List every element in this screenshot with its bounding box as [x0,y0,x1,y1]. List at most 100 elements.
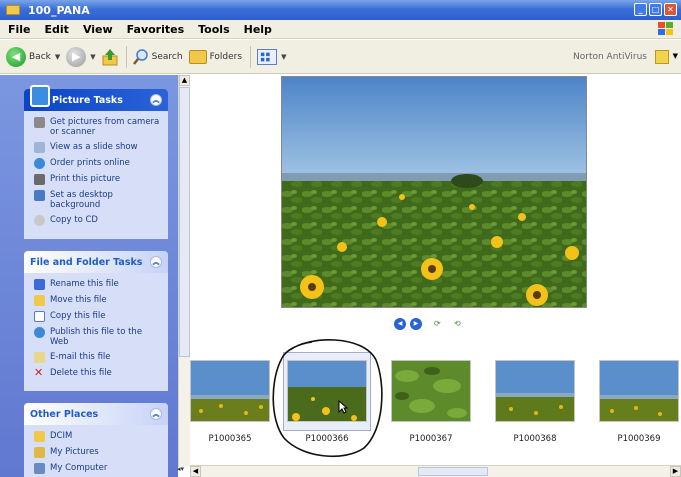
rotate-clockwise-icon[interactable]: ⟳ [434,319,448,329]
delete-icon: ✕ [34,366,44,379]
windows-logo-icon [658,22,673,35]
thumbnail-p1000368[interactable] [495,360,575,422]
task-rename[interactable]: Rename this file [34,279,162,290]
chevron-down-icon[interactable]: ▼ [673,52,678,60]
search-icon [132,48,148,65]
search-button[interactable]: Search [132,48,183,65]
folder-icon [6,5,20,15]
task-set-desktop[interactable]: Set as desktop background [34,190,162,210]
task-print[interactable]: Print this picture [34,174,162,185]
filmstrip: P1000365 P1000366 P1000367 P1000368 P100… [190,346,681,464]
task-label: Copy this file [50,311,106,321]
task-get-pictures[interactable]: Get pictures from camera or scanner [34,117,162,137]
task-label: Copy to CD [50,215,98,225]
next-image-button[interactable]: ▶ [410,318,422,330]
picture-tasks-header[interactable]: Picture Tasks ︽ [24,85,168,111]
menu-file[interactable]: File [8,23,31,36]
place-label: My Pictures [50,447,99,457]
task-label: Print this picture [50,174,121,184]
menu-favorites[interactable]: Favorites [127,23,184,36]
thumbnail-label: P1000369 [617,434,661,444]
thumbnail-p1000369[interactable] [599,360,679,422]
norton-antivirus-label[interactable]: Norton AntiVirus [573,52,647,62]
rotate-counterclockwise-icon[interactable]: ⟲ [454,319,468,329]
task-label: Move this file [50,295,107,305]
scrollbar-thumb[interactable] [179,87,190,357]
thumbnail-p1000366[interactable] [287,360,367,422]
email-icon [34,352,45,363]
globe-icon [34,158,45,169]
scrollbar-thumb[interactable] [418,467,488,476]
place-label: My Computer [50,463,108,473]
place-my-pictures[interactable]: My Pictures [34,447,162,458]
chevron-down-icon[interactable]: ▼ [281,53,286,61]
preview-controls: ◀ ▶ ⟳ ⟲ [394,318,468,330]
thumbnail-p1000365[interactable] [190,360,270,422]
menu-edit[interactable]: Edit [45,23,69,36]
camera-icon [34,117,45,128]
rename-icon [34,279,45,290]
menu-view[interactable]: View [83,23,113,36]
menu-tools[interactable]: Tools [198,23,229,36]
forward-arrow-icon: ▶ [66,46,87,67]
maximize-button[interactable]: □ [649,3,662,16]
views-button[interactable]: ▼ [257,48,286,65]
thumbnail-p1000367[interactable] [391,360,471,422]
thumbnail-label: P1000367 [409,434,453,444]
task-copy[interactable]: Copy this file [34,311,162,322]
task-label: Get pictures from camera or scanner [50,117,160,137]
scroll-right-icon[interactable]: ▶ [670,466,681,477]
web-publish-icon [34,327,45,338]
task-label: Order prints online [50,158,130,168]
file-tasks-list: Rename this file Move this file Copy thi… [24,273,168,390]
picture-preview [281,76,587,308]
task-publish[interactable]: Publish this file to the Web [34,327,162,347]
place-dcim[interactable]: DCIM [34,431,162,442]
task-email[interactable]: E-mail this file [34,352,162,363]
previous-image-button[interactable]: ◀ [394,318,406,330]
forward-button[interactable]: ▶ ▼ [66,46,96,67]
file-folder-tasks-panel: File and Folder Tasks ︽ Rename this file… [24,251,168,391]
menu-help[interactable]: Help [244,23,272,36]
task-delete[interactable]: ✕ Delete this file [34,366,162,379]
task-move[interactable]: Move this file [34,295,162,306]
view-size-control[interactable]: ◂▾ [177,465,184,473]
norton-icon[interactable] [655,50,669,64]
chevron-down-icon[interactable]: ▼ [90,53,95,61]
other-places-list: DCIM My Pictures My Computer [24,425,168,477]
filmstrip-scrollbar[interactable]: ◀ ▶ [190,465,681,477]
chevron-down-icon[interactable]: ▼ [55,53,60,61]
folder-icon [34,431,45,442]
scroll-left-icon[interactable]: ◀ [190,466,201,477]
back-arrow-icon: ◀ [6,46,26,67]
title-bar: 100_PANA _ □ ✕ [0,0,681,20]
file-folder-tasks-title: File and Folder Tasks [30,256,143,268]
place-my-computer[interactable]: My Computer [34,463,162,474]
place-label: DCIM [50,431,73,441]
task-pane-scrollbar[interactable]: ▲ [178,75,190,467]
collapse-icon[interactable]: ︽ [150,408,162,420]
up-folder-icon [102,48,118,65]
desktop-icon [34,190,45,201]
collapse-icon[interactable]: ︽ [150,256,162,268]
other-places-header[interactable]: Other Places ︽ [24,403,168,425]
task-order-prints[interactable]: Order prints online [34,158,162,169]
picture-tasks-list: Get pictures from camera or scanner View… [24,111,168,237]
task-slide-show[interactable]: View as a slide show [34,142,162,153]
scroll-up-icon[interactable]: ▲ [179,75,190,86]
thumbnail-label-selected: P1000366 [305,434,349,444]
collapse-icon[interactable]: ︽ [150,94,162,106]
views-icon [257,48,278,65]
task-copy-cd[interactable]: Copy to CD [34,215,162,226]
file-folder-tasks-header[interactable]: File and Folder Tasks ︽ [24,251,168,273]
close-button[interactable]: ✕ [664,3,677,16]
folders-label: Folders [209,51,243,62]
thumbnail-label: P1000368 [513,434,557,444]
minimize-button[interactable]: _ [634,3,647,16]
task-label: View as a slide show [50,142,138,152]
up-button[interactable] [102,48,118,66]
back-button[interactable]: ◀ Back ▼ [6,46,60,67]
window-controls: _ □ ✕ [634,3,677,16]
folders-button[interactable]: Folders [188,49,243,64]
menu-bar: File Edit View Favorites Tools Help [0,20,681,39]
